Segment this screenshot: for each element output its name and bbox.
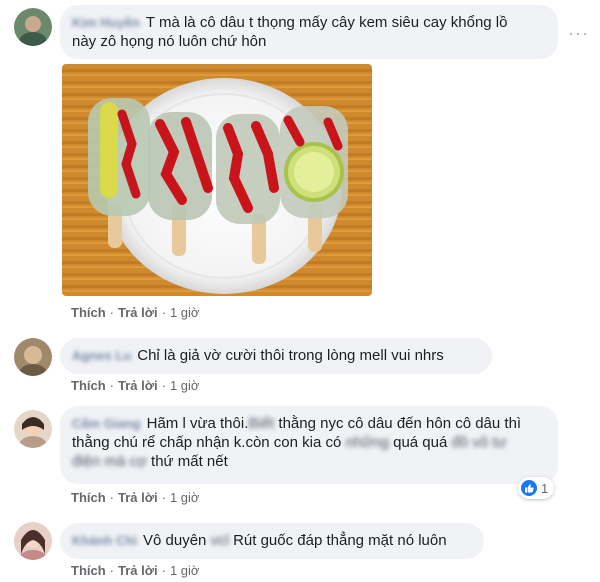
like-link[interactable]: Thích: [71, 305, 106, 320]
comment-author[interactable]: Cẩm Giang: [72, 414, 141, 433]
comment-bubble: Khánh Chi Vô duyên vcl Rút guốc đáp thẳng…: [60, 523, 484, 559]
blurred-text: điện mà cợ: [72, 453, 147, 470]
reaction-count-badge[interactable]: 1: [518, 477, 555, 499]
comment-text: Hãm l vừa thôi.: [146, 415, 249, 432]
like-link[interactable]: Thích: [71, 563, 106, 578]
comment-text: Rút guốc đáp thẳng mặt nó luôn: [228, 532, 447, 549]
like-reaction-icon: [521, 480, 537, 496]
comment-bubble: Cẩm Giang Hãm l vừa thôi.Biết thằng nyc c…: [60, 406, 558, 484]
like-link[interactable]: Thích: [71, 490, 106, 505]
comment-text: này zô họng nó luôn chứ hôn: [72, 33, 267, 50]
avatar[interactable]: [14, 338, 52, 376]
blurred-text: những: [345, 434, 389, 451]
comment-text: thằng nyc cô dâu đến hôn cô dâu thì: [274, 415, 522, 432]
comment-actions: Thích · Trả lời · 1 giờ: [71, 305, 200, 320]
like-link[interactable]: Thích: [71, 378, 106, 393]
reply-link[interactable]: Trả lời: [118, 490, 158, 505]
comment-text: thằng chú rể chấp nhận k.còn con kia có: [72, 434, 346, 451]
more-options-icon[interactable]: ···: [568, 24, 589, 42]
reaction-count: 1: [541, 480, 549, 496]
reply-link[interactable]: Trả lời: [118, 378, 158, 393]
comment-text: Chỉ là giả vờ cười thôi trong lòng mell …: [137, 347, 444, 364]
blurred-text: Biết: [248, 415, 275, 432]
comment-thread: Kim Huyền T mà là cô dâu t thọng mấy cây …: [0, 0, 600, 582]
comment-author[interactable]: Kim Huyền: [72, 13, 140, 32]
comment-bubble: Kim Huyền T mà là cô dâu t thọng mấy cây …: [60, 5, 558, 59]
timestamp[interactable]: 1 giờ: [170, 490, 200, 505]
comment-bubble: Agnes Lu Chỉ là giả vờ cười thôi trong lò…: [60, 338, 492, 374]
comment-text: Vô duyên: [143, 532, 211, 549]
comment-actions: Thích · Trả lời · 1 giờ: [71, 378, 200, 393]
comment-photo[interactable]: [62, 64, 372, 296]
comment-text: T mà là cô dâu t thọng mấy cây kem siêu …: [145, 14, 508, 31]
comment-actions: Thích · Trả lời · 1 giờ: [71, 563, 200, 578]
timestamp[interactable]: 1 giờ: [170, 305, 200, 320]
reply-link[interactable]: Trả lời: [118, 305, 158, 320]
comment-author[interactable]: Khánh Chi: [72, 531, 137, 550]
avatar[interactable]: [14, 522, 52, 560]
avatar[interactable]: [14, 410, 52, 448]
comment-author[interactable]: Agnes Lu: [72, 346, 131, 365]
reply-link[interactable]: Trả lời: [118, 563, 158, 578]
comment-text: quá quá: [388, 434, 452, 451]
blurred-text: đồ vô tư: [451, 434, 507, 451]
avatar[interactable]: [14, 8, 52, 46]
timestamp[interactable]: 1 giờ: [170, 378, 200, 393]
comment-text: thứ mất nết: [146, 453, 228, 470]
comment-actions: Thích · Trả lời · 1 giờ: [71, 490, 200, 505]
blurred-text: vcl: [210, 532, 229, 549]
timestamp[interactable]: 1 giờ: [170, 563, 200, 578]
